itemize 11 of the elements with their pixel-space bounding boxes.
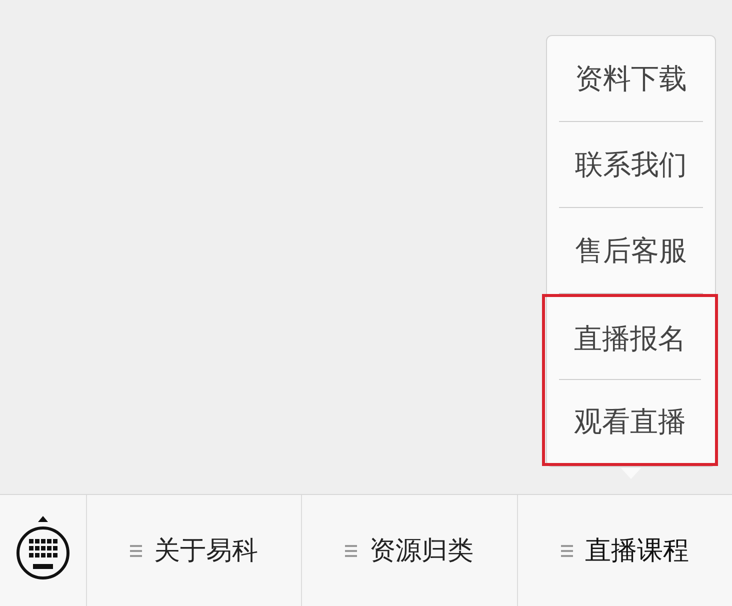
menu-item[interactable]: 直播报名 xyxy=(542,294,718,380)
menu-item[interactable]: 售后客服 xyxy=(547,208,715,294)
menu-item[interactable]: 资料下载 xyxy=(547,36,715,122)
menu-tab[interactable]: 资源归类 xyxy=(302,495,518,606)
menu-icon xyxy=(560,544,573,558)
menu-tab[interactable]: 关于易科 xyxy=(87,495,302,606)
menu-icon xyxy=(345,544,358,558)
menu-icon xyxy=(130,544,142,558)
menu-tab[interactable]: 直播课程 xyxy=(518,495,732,606)
menu-item[interactable]: 观看直播 xyxy=(542,380,718,466)
menu-item[interactable]: 联系我们 xyxy=(547,122,715,208)
